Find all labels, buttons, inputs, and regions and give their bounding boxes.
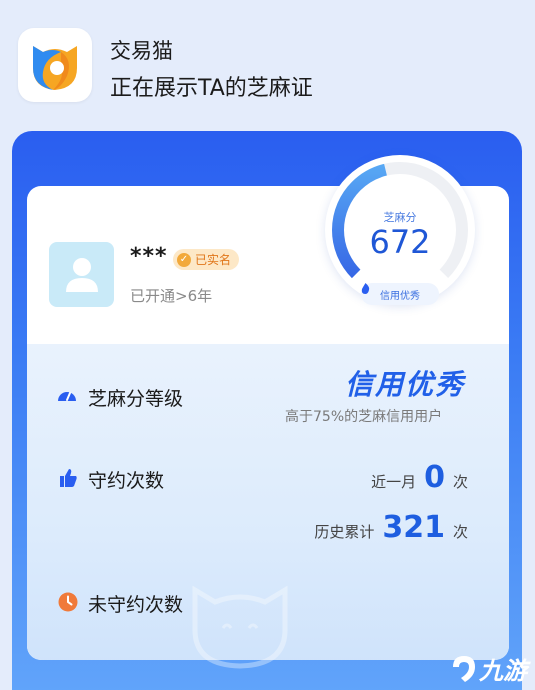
gauge-rating-badge: 信用优秀 xyxy=(361,283,439,305)
app-logo xyxy=(18,28,92,102)
credit-score: 672 xyxy=(369,223,431,261)
flame-icon xyxy=(361,283,370,294)
recent-count: 0 xyxy=(424,460,445,495)
speedometer-icon xyxy=(58,392,76,401)
kept-total: 历史累计 321 次 xyxy=(314,510,468,545)
score-gauge: 芝麻分 672 信用优秀 xyxy=(325,155,475,305)
verified-badge: ✓ 已实名 xyxy=(173,249,240,270)
app-name: 交易猫 xyxy=(110,39,173,63)
level-label: 芝麻分等级 xyxy=(88,388,184,410)
kept-label: 守约次数 xyxy=(88,470,165,492)
level-value: 信用优秀 xyxy=(345,368,466,401)
level-description: 高于75%的芝麻信用用户 xyxy=(285,409,443,425)
recent-unit: 次 xyxy=(452,473,468,491)
total-prefix: 历史累计 xyxy=(314,523,375,541)
verified-label: 已实名 xyxy=(195,253,232,267)
jiuyou-logo-icon xyxy=(453,655,475,682)
avatar xyxy=(49,242,114,307)
cat-watermark-icon xyxy=(192,585,288,669)
thumbs-up-icon xyxy=(60,469,77,487)
user-name: *** xyxy=(130,244,168,269)
site-watermark-text: 九游 xyxy=(479,657,527,685)
gauge-rating-label: 信用优秀 xyxy=(380,290,420,302)
site-watermark: 九游 xyxy=(451,651,527,686)
broken-label: 未守约次数 xyxy=(88,594,184,616)
total-unit: 次 xyxy=(452,523,468,541)
default-person-icon xyxy=(66,258,98,292)
page-subtitle: 正在展示TA的芝麻证 xyxy=(110,76,313,101)
recent-prefix: 近一月 xyxy=(371,473,417,491)
jiaoyimao-logo-icon xyxy=(33,46,77,90)
open-duration: 已开通>6年 xyxy=(130,287,213,305)
clock-icon xyxy=(58,592,78,612)
kept-recent: 近一月 0 次 xyxy=(371,460,468,495)
check-icon: ✓ xyxy=(177,252,191,267)
total-count: 321 xyxy=(382,510,445,545)
